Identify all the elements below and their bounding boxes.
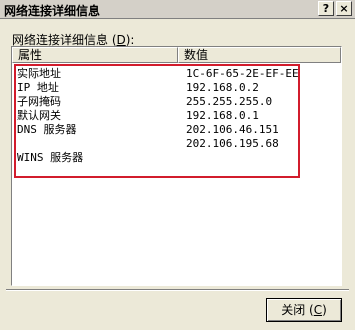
row-value: 202.106.46.151 (186, 123, 279, 136)
row-value: 192.168.0.2 (186, 81, 259, 94)
row-property: 子网掩码 (17, 95, 61, 108)
column-header-value[interactable]: 数值 (178, 47, 341, 63)
close-icon: × (339, 2, 349, 15)
row-property: 实际地址 (17, 67, 61, 80)
list-row[interactable]: IP 地址 192.168.0.2 (12, 81, 341, 95)
list-row[interactable]: 202.106.195.68 (12, 137, 341, 151)
close-button[interactable]: 关闭 (C) (266, 298, 342, 322)
list-caption-accesskey: D (116, 33, 126, 47)
column-header-property[interactable]: 属性 (12, 47, 178, 63)
row-property: DNS 服务器 (17, 123, 77, 136)
row-property: WINS 服务器 (17, 151, 84, 164)
title-bar[interactable]: 网络连接详细信息 ? × (0, 0, 355, 19)
help-icon: ? (322, 2, 330, 15)
list-caption-text: 网络连接详细信息 ( (12, 33, 117, 47)
row-property: 默认网关 (17, 109, 61, 122)
row-value: 1C-6F-65-2E-EF-EE (186, 67, 299, 80)
close-button-end: ) (322, 303, 327, 317)
row-value: 202.106.195.68 (186, 137, 279, 150)
network-connection-details-dialog: 网络连接详细信息 ? × 网络连接详细信息 (D): 属性 数值 实际地址 1C… (0, 0, 355, 330)
list-row[interactable]: 实际地址 1C-6F-65-2E-EF-EE (12, 67, 341, 81)
divider (6, 289, 349, 291)
title-close-button[interactable]: × (336, 1, 352, 16)
close-button-text: 关闭 ( (281, 303, 314, 317)
details-list[interactable]: 属性 数值 实际地址 1C-6F-65-2E-EF-EE IP 地址 192.1… (11, 46, 342, 286)
list-row[interactable]: DNS 服务器 202.106.46.151 (12, 123, 341, 137)
list-header: 属性 数值 (12, 47, 341, 63)
row-value: 255.255.255.0 (186, 95, 273, 108)
window-title: 网络连接详细信息 (4, 4, 101, 18)
row-property: IP 地址 (17, 81, 59, 94)
help-button[interactable]: ? (318, 1, 334, 16)
list-caption-end: ): (125, 33, 135, 47)
list-row[interactable]: 默认网关 192.168.0.1 (12, 109, 341, 123)
close-button-accesskey: C (313, 303, 323, 317)
row-value: 192.168.0.1 (186, 109, 259, 122)
list-row[interactable]: WINS 服务器 (12, 151, 341, 165)
list-row[interactable]: 子网掩码 255.255.255.0 (12, 95, 341, 109)
